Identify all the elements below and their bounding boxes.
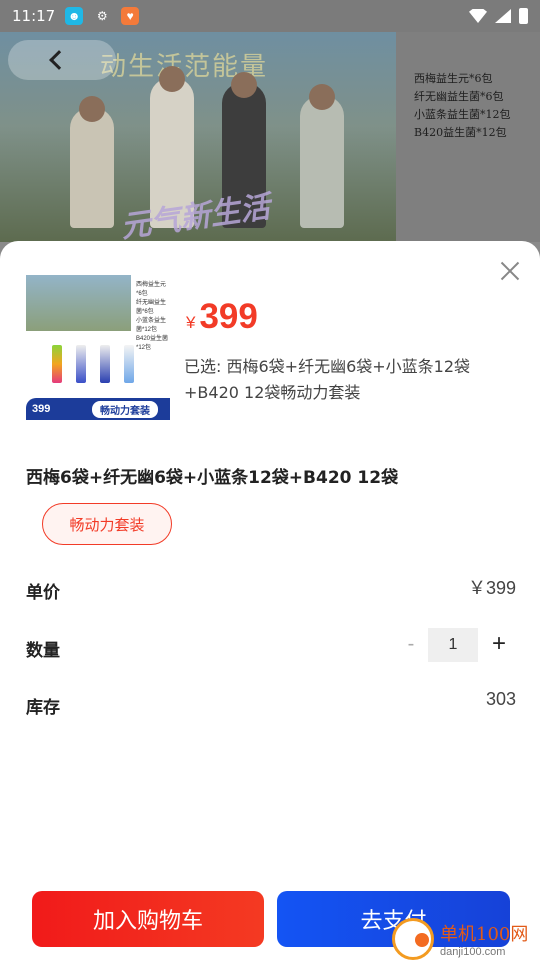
unit-price-label: 单价: [26, 583, 60, 603]
battery-icon: [519, 8, 528, 24]
stock-value: 303: [485, 689, 516, 709]
wifi-icon: [469, 9, 487, 23]
price-currency: ¥: [186, 313, 196, 332]
product-bottle: [52, 345, 62, 383]
watermark-logo-icon: [392, 918, 434, 960]
chevron-left-icon: [49, 50, 69, 70]
banner-list-item: 纤无幽益生菌*6包: [414, 90, 504, 103]
sku-selector-sheet: 西梅益生元*6包 纤无幽益生菌*6包 小蓝条益生菌*12包 B420益生菌*12…: [0, 241, 540, 960]
price-value: 399: [199, 297, 258, 336]
thumbnail-list-item: B420益生菌*12包: [136, 336, 169, 351]
spec-option-chip[interactable]: 畅动力套装: [42, 503, 172, 545]
add-to-cart-button[interactable]: 加入购物车: [32, 891, 264, 947]
person-head: [309, 84, 335, 110]
watermark-name: 单机100网: [440, 924, 529, 945]
quantity-decrease-button[interactable]: -: [402, 633, 420, 656]
banner-list-item: B420益生菌*12包: [414, 126, 507, 139]
product-bottle: [100, 345, 110, 383]
thumbnail-photo: [26, 275, 131, 331]
product-bottle: [76, 345, 86, 383]
product-banner: 动生活范能量 元气新生活 西梅益生元*6包 纤无幽益生菌*6包 小蓝条益生菌*1…: [0, 32, 540, 242]
unit-price-value: ￥399: [467, 578, 516, 598]
quantity-label: 数量: [26, 641, 60, 661]
price: ¥ 399: [186, 297, 258, 337]
app-heart-icon: ♥: [121, 7, 140, 25]
person-head: [79, 96, 105, 122]
person-figure: [300, 96, 344, 228]
close-icon[interactable]: [498, 259, 522, 283]
banner-list-item: 西梅益生元*6包: [414, 72, 493, 85]
signal-icon: [495, 9, 511, 23]
thumbnail-list-item: 纤无幽益生菌*6包: [136, 300, 167, 315]
banner-product-list: 西梅益生元*6包 纤无幽益生菌*6包 小蓝条益生菌*12包 B420益生菌*12…: [414, 70, 511, 142]
app-notification-icon: ☻: [65, 7, 84, 25]
back-button[interactable]: [8, 40, 116, 80]
thumbnail-list-item: 西梅益生元*6包: [136, 282, 167, 297]
thumbnail-label: 畅动力套装: [92, 400, 158, 418]
thumbnail-list-item: 小蓝条益生菌*12包: [136, 318, 167, 333]
thumbnail-products: [52, 345, 134, 383]
status-time: 11:17: [12, 7, 56, 25]
variant-group-title: 西梅6袋+纤无幽6袋+小蓝条12袋+B420 12袋: [26, 468, 399, 488]
quantity-increase-button[interactable]: +: [488, 630, 510, 658]
thumbnail-list: 西梅益生元*6包 纤无幽益生菌*6包 小蓝条益生菌*12包 B420益生菌*12…: [136, 281, 170, 353]
person-figure: [70, 108, 114, 228]
person-head: [159, 66, 185, 92]
status-bar: 11:17 ☻ ⚙ ♥: [0, 0, 540, 32]
gear-icon: ⚙: [96, 9, 108, 23]
person-head: [231, 72, 257, 98]
site-watermark: 单机100网 danji100.com: [392, 918, 528, 960]
stock-label: 库存: [26, 698, 60, 718]
watermark-url: danji100.com: [440, 946, 506, 958]
banner-logo: 元气新生活: [118, 190, 273, 242]
banner-list-item: 小蓝条益生菌*12包: [414, 108, 511, 121]
selected-variant-text: 已选: 西梅6袋+纤无幽6袋+小蓝条12袋+B420 12袋畅动力套装: [184, 357, 471, 402]
product-bottle: [124, 345, 134, 383]
thumbnail-price-strip: 399 畅动力套装: [26, 398, 170, 420]
quantity-input[interactable]: 1: [428, 628, 478, 662]
product-thumbnail: 西梅益生元*6包 纤无幽益生菌*6包 小蓝条益生菌*12包 B420益生菌*12…: [26, 275, 170, 420]
thumbnail-price: 399: [32, 403, 51, 415]
